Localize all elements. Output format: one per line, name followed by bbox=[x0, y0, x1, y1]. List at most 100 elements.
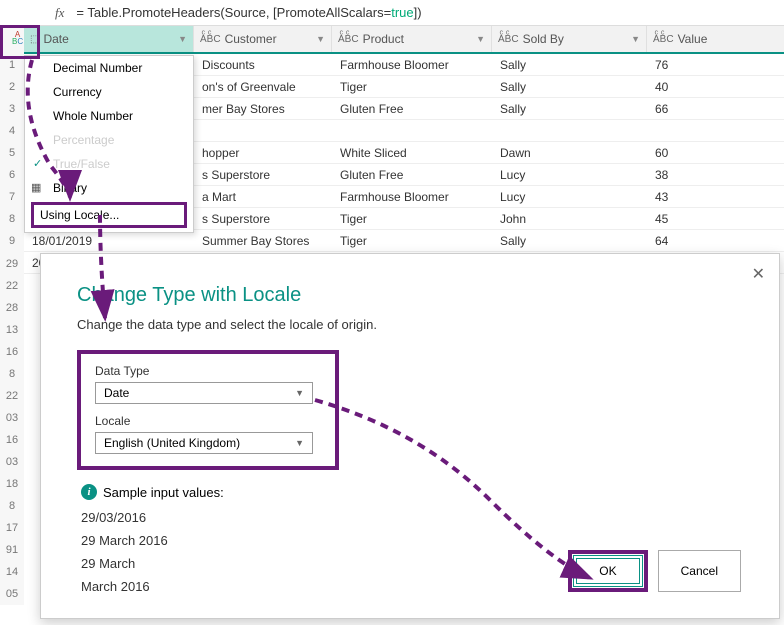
cell-customer: a Mart bbox=[194, 190, 332, 204]
chevron-down-icon[interactable]: ▼ bbox=[316, 34, 325, 44]
row-number[interactable]: 03 bbox=[0, 407, 24, 429]
row-number[interactable]: 3 bbox=[0, 98, 24, 120]
chevron-down-icon[interactable]: ▼ bbox=[476, 34, 485, 44]
row-number[interactable]: 5 bbox=[0, 142, 24, 164]
row-number[interactable]: 8 bbox=[0, 208, 24, 230]
row-number[interactable]: 14 bbox=[0, 561, 24, 583]
datatype-value: Date bbox=[104, 386, 129, 400]
row-number[interactable]: 16 bbox=[0, 341, 24, 363]
row-number[interactable]: 29 bbox=[0, 253, 24, 275]
sample-header: Sample input values: bbox=[103, 485, 224, 500]
cell-soldby: Lucy bbox=[492, 190, 647, 204]
sample-value: 29 March 2016 bbox=[81, 533, 743, 548]
col-soldby-label: Sold By bbox=[523, 32, 564, 46]
cell-soldby: John bbox=[492, 212, 647, 226]
row-number[interactable]: 16 bbox=[0, 429, 24, 451]
row-number[interactable]: 9 bbox=[0, 230, 24, 252]
chevron-down-icon: ▼ bbox=[295, 388, 304, 398]
datatype-label: Data Type bbox=[95, 364, 321, 378]
cell-value: 38 bbox=[647, 168, 767, 182]
fx-icon: fx bbox=[55, 5, 64, 21]
cell-customer: s Superstore bbox=[194, 168, 332, 182]
col-date[interactable]: ⬚ Date ▼ bbox=[24, 26, 194, 52]
locale-label: Locale bbox=[95, 414, 321, 428]
cell-soldby: Sally bbox=[492, 58, 647, 72]
ok-highlight: OK bbox=[568, 550, 647, 592]
cell-product: Tiger bbox=[332, 234, 492, 248]
table-row[interactable]: 18/01/2019Summer Bay StoresTigerSally64 bbox=[24, 230, 784, 252]
cell-customer: s Superstore bbox=[194, 212, 332, 226]
row-number[interactable]: 18 bbox=[0, 473, 24, 495]
cell-customer: hopper bbox=[194, 146, 332, 160]
datatype-select[interactable]: Date ▼ bbox=[95, 382, 313, 404]
cell-customer: Summer Bay Stores bbox=[194, 234, 332, 248]
row-number[interactable]: 6 bbox=[0, 164, 24, 186]
col-value[interactable]: AͨBͨCValue bbox=[647, 26, 767, 52]
cell-date: 18/01/2019 bbox=[24, 234, 194, 248]
cell-value: 40 bbox=[647, 80, 767, 94]
chevron-down-icon: ▼ bbox=[295, 438, 304, 448]
check-icon: ✓ bbox=[33, 157, 42, 170]
cell-soldby: Dawn bbox=[492, 146, 647, 160]
row-number[interactable]: 8 bbox=[0, 495, 24, 517]
cell-product: Farmhouse Bloomer bbox=[332, 190, 492, 204]
col-value-label: Value bbox=[678, 32, 708, 46]
menu-percentage[interactable]: Percentage bbox=[25, 128, 193, 152]
dialog-title: Change Type with Locale bbox=[77, 284, 743, 307]
menu-using-locale[interactable]: Using Locale... bbox=[31, 202, 187, 228]
menu-truefalse[interactable]: ✓True/False bbox=[25, 152, 193, 176]
col-customer[interactable]: AͨBͨCCustomer▼ bbox=[194, 26, 332, 52]
locale-select[interactable]: English (United Kingdom) ▼ bbox=[95, 432, 313, 454]
form-highlight-box: Data Type Date ▼ Locale English (United … bbox=[77, 350, 339, 470]
cell-customer: on's of Greenvale bbox=[194, 80, 332, 94]
col-product[interactable]: AͨBͨCProduct▼ bbox=[332, 26, 492, 52]
sample-value: 29/03/2016 bbox=[81, 510, 743, 525]
row-number[interactable]: 4 bbox=[0, 120, 24, 142]
cell-value: 43 bbox=[647, 190, 767, 204]
chevron-down-icon[interactable]: ▼ bbox=[631, 34, 640, 44]
row-headers: 12345678910 bbox=[0, 26, 24, 274]
row-number[interactable]: 22 bbox=[0, 275, 24, 297]
row-number[interactable]: 17 bbox=[0, 517, 24, 539]
menu-decimal[interactable]: Decimal Number bbox=[25, 56, 193, 80]
formula-bar: fx = Table.PromoteHeaders(Source, [Promo… bbox=[0, 0, 784, 26]
dialog-subtitle: Change the data type and select the loca… bbox=[77, 317, 743, 332]
col-date-label: Date bbox=[43, 32, 68, 46]
cell-customer: mer Bay Stores bbox=[194, 102, 332, 116]
cell-soldby: Lucy bbox=[492, 168, 647, 182]
cell-product: White Sliced bbox=[332, 146, 492, 160]
type-icon[interactable]: ⬚ bbox=[30, 34, 39, 45]
cancel-button[interactable]: Cancel bbox=[658, 550, 741, 592]
row-number[interactable]: 91 bbox=[0, 539, 24, 561]
close-icon[interactable]: ✕ bbox=[752, 264, 765, 284]
chevron-down-icon[interactable]: ▼ bbox=[178, 34, 187, 44]
row-number[interactable]: 28 bbox=[0, 297, 24, 319]
col-soldby[interactable]: AͨBͨCSold By▼ bbox=[492, 26, 647, 52]
row-number[interactable]: 8 bbox=[0, 363, 24, 385]
menu-currency[interactable]: Currency bbox=[25, 80, 193, 104]
row-number[interactable]: 2 bbox=[0, 76, 24, 98]
col-customer-label: Customer bbox=[225, 32, 277, 46]
abc-type-icon[interactable]: ABC bbox=[12, 31, 23, 45]
binary-icon: ▦ bbox=[31, 181, 41, 194]
cell-value: 45 bbox=[647, 212, 767, 226]
menu-binary[interactable]: ▦Binary bbox=[25, 176, 193, 200]
column-headers: ⬚Date▼ AͨBͨCCustomer▼ AͨBͨCProduct▼ AͨBͨ… bbox=[24, 26, 784, 54]
row-number[interactable]: 05 bbox=[0, 583, 24, 605]
cell-product: Gluten Free bbox=[332, 102, 492, 116]
locale-value: English (United Kingdom) bbox=[104, 436, 240, 450]
row-number[interactable]: 22 bbox=[0, 385, 24, 407]
row-number[interactable]: 1 bbox=[0, 54, 24, 76]
cell-soldby: Sally bbox=[492, 102, 647, 116]
menu-whole[interactable]: Whole Number bbox=[25, 104, 193, 128]
row-number[interactable]: 13 bbox=[0, 319, 24, 341]
dialog-buttons: OK Cancel bbox=[568, 550, 741, 592]
cell-customer: Discounts bbox=[194, 58, 332, 72]
cell-soldby: Sally bbox=[492, 234, 647, 248]
formula-text[interactable]: = Table.PromoteHeaders(Source, [PromoteA… bbox=[76, 5, 421, 21]
cell-value: 66 bbox=[647, 102, 767, 116]
ok-button[interactable]: OK bbox=[576, 558, 639, 584]
row-number[interactable]: 7 bbox=[0, 186, 24, 208]
change-type-dialog: ✕ Change Type with Locale Change the dat… bbox=[40, 253, 780, 619]
row-number[interactable]: 03 bbox=[0, 451, 24, 473]
